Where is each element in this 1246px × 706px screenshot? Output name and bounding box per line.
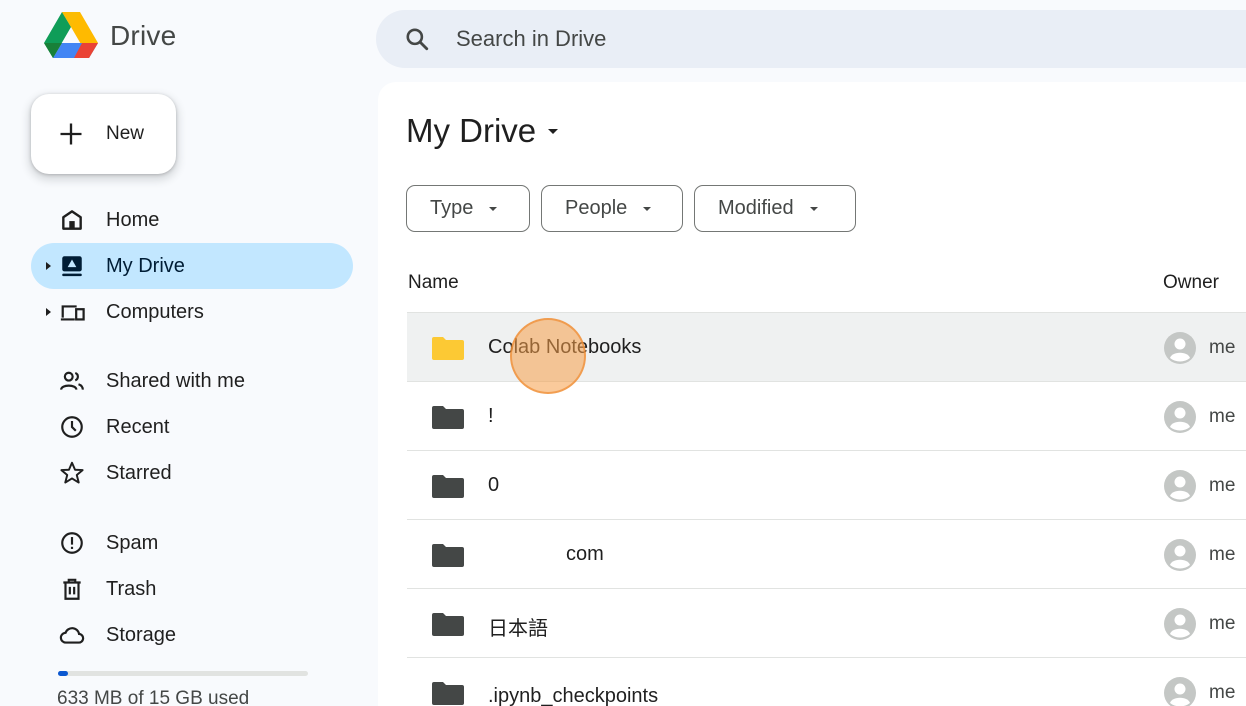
- sidebar-item-label: Spam: [106, 531, 159, 554]
- file-name: Colab Notebooks: [488, 336, 642, 358]
- table-row[interactable]: Colab Notebooks me: [407, 312, 1246, 381]
- sidebar-item-my-drive[interactable]: My Drive: [31, 243, 353, 289]
- search-input[interactable]: Search in Drive: [456, 26, 606, 52]
- avatar-icon: [1164, 677, 1196, 706]
- filter-chip-modified[interactable]: Modified: [694, 185, 856, 232]
- folder-icon: [432, 682, 464, 705]
- new-button[interactable]: New: [31, 94, 176, 174]
- sidebar-item-label: My Drive: [106, 254, 185, 277]
- drive-logo[interactable]: Drive: [44, 10, 176, 62]
- new-button-label: New: [106, 123, 145, 144]
- sidebar-item-label: Shared with me: [106, 369, 245, 392]
- my-drive-icon: [59, 253, 85, 279]
- table-row[interactable]: ! me: [407, 381, 1246, 450]
- folder-icon: [432, 475, 464, 498]
- cloud-icon: [59, 622, 85, 648]
- sidebar-item-starred[interactable]: Starred: [31, 450, 353, 496]
- clock-icon: [59, 414, 85, 440]
- caret-down-icon: [548, 129, 559, 134]
- file-name: com: [566, 543, 604, 565]
- page-title-text: My Drive: [406, 112, 537, 149]
- filter-chip-type[interactable]: Type: [406, 185, 530, 232]
- owner-name: me: [1209, 337, 1236, 358]
- owner-name: me: [1209, 613, 1236, 634]
- file-name: 0: [488, 474, 500, 496]
- avatar-icon: [1164, 401, 1196, 433]
- star-icon: [59, 460, 85, 486]
- table-row[interactable]: 日本語 me: [407, 588, 1246, 657]
- column-header-owner[interactable]: Owner: [1163, 272, 1219, 294]
- owner-name: me: [1209, 544, 1236, 565]
- table-row[interactable]: .ipynb_checkpoints me: [407, 657, 1246, 706]
- sidebar-item-label: Storage: [106, 623, 177, 646]
- file-name: !: [488, 405, 494, 427]
- file-name: .ipynb_checkpoints: [488, 685, 659, 706]
- caret-down-icon: [809, 206, 818, 211]
- avatar-icon: [1164, 539, 1196, 571]
- sidebar-item-shared-with-me[interactable]: Shared with me: [31, 358, 353, 404]
- main-panel: My Drive Type People Modified Name Owner…: [378, 82, 1246, 706]
- sidebar-item-label: Home: [106, 208, 160, 231]
- drive-logo-icon: [44, 12, 98, 58]
- expand-arrow-icon[interactable]: [45, 307, 53, 317]
- trash-icon: [59, 576, 85, 602]
- page-title[interactable]: My Drive: [406, 112, 560, 150]
- app-name: Drive: [110, 20, 177, 51]
- folder-icon: [432, 544, 464, 567]
- caret-down-icon: [489, 206, 498, 211]
- sidebar-item-trash[interactable]: Trash: [31, 566, 353, 612]
- owner-name: me: [1209, 475, 1236, 496]
- avatar-icon: [1164, 332, 1196, 364]
- search-bar[interactable]: Search in Drive: [376, 10, 1246, 68]
- owner-name: me: [1209, 406, 1236, 427]
- filter-chip-label: Type: [430, 197, 474, 219]
- drive-app: Drive Search in Drive New Home My Drive …: [8, 10, 1246, 706]
- sidebar-item-label: Trash: [106, 577, 157, 600]
- storage-bar-fill: [58, 671, 68, 676]
- home-icon: [59, 207, 85, 233]
- filter-chip-label: Modified: [718, 197, 794, 219]
- sidebar-item-spam[interactable]: Spam: [31, 520, 353, 566]
- storage-usage-text: 633 MB of 15 GB used: [57, 688, 250, 706]
- sidebar-item-computers[interactable]: Computers: [31, 289, 353, 335]
- computers-icon: [59, 299, 85, 325]
- filter-chip-people[interactable]: People: [541, 185, 683, 232]
- search-icon[interactable]: [404, 26, 430, 52]
- file-name: 日本語: [488, 618, 548, 640]
- avatar-icon: [1164, 608, 1196, 640]
- sidebar-item-label: Starred: [106, 461, 172, 484]
- filter-chip-label: People: [565, 197, 628, 219]
- folder-icon: [432, 337, 464, 360]
- shared-icon: [59, 368, 85, 394]
- caret-down-icon: [643, 206, 652, 211]
- sidebar-item-label: Computers: [106, 300, 204, 323]
- spam-icon: [59, 530, 85, 556]
- storage-bar: [58, 671, 308, 676]
- sidebar-item-recent[interactable]: Recent: [31, 404, 353, 450]
- table-row[interactable]: com me: [407, 519, 1246, 588]
- column-header-name[interactable]: Name: [408, 272, 459, 294]
- plus-icon: [57, 120, 85, 148]
- sidebar-item-storage[interactable]: Storage: [31, 612, 353, 658]
- folder-icon: [432, 613, 464, 636]
- sidebar-item-label: Recent: [106, 415, 170, 438]
- avatar-icon: [1164, 470, 1196, 502]
- table-row[interactable]: 0 me: [407, 450, 1246, 519]
- expand-arrow-icon[interactable]: [45, 261, 53, 271]
- owner-name: me: [1209, 682, 1236, 703]
- folder-icon: [432, 406, 464, 429]
- sidebar-item-home[interactable]: Home: [31, 197, 353, 243]
